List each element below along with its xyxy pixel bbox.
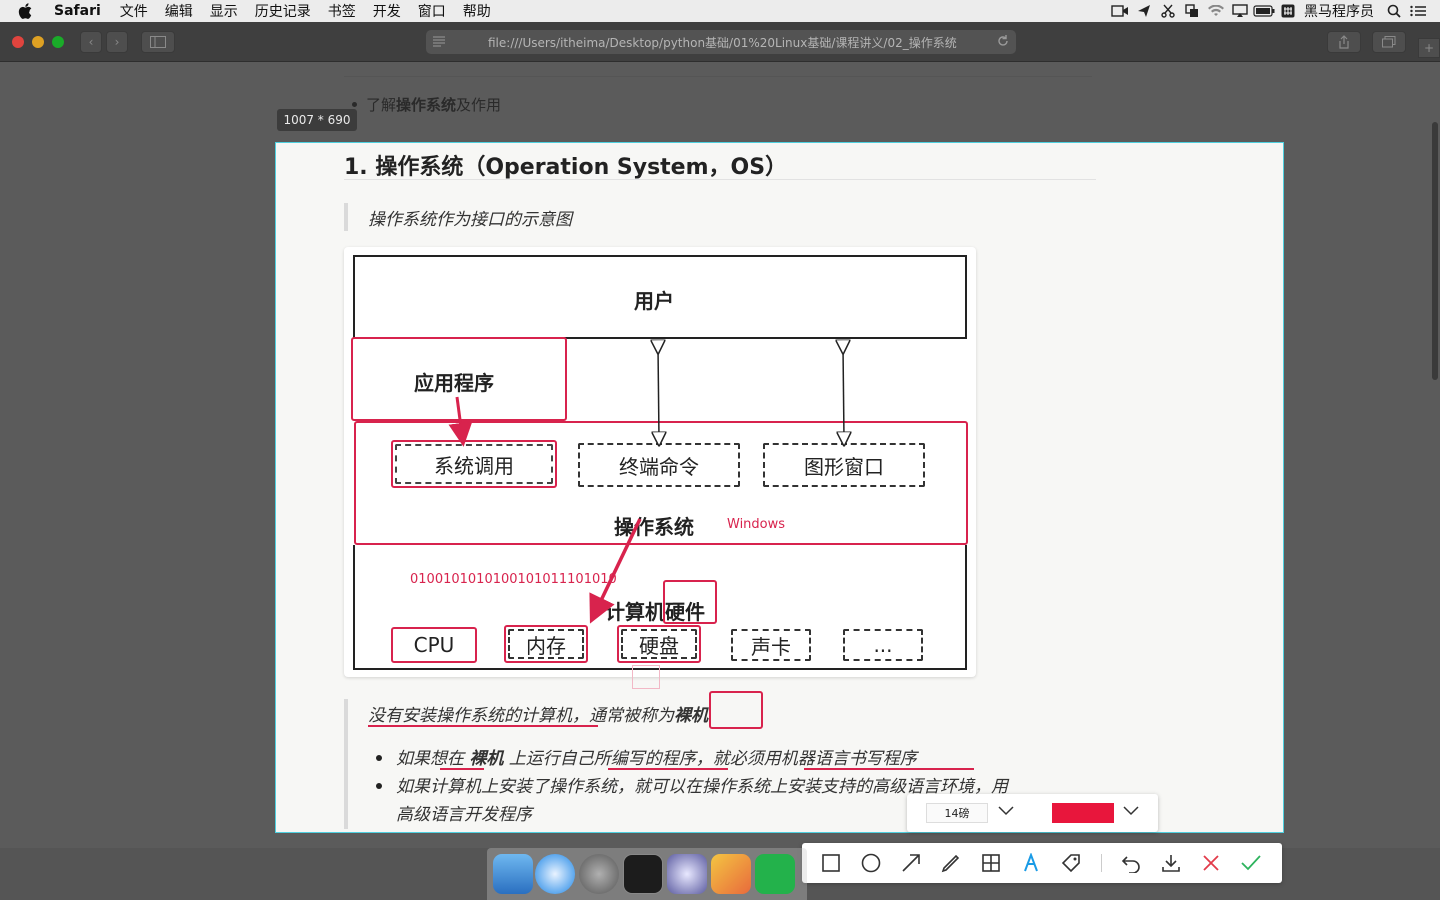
safari-icon[interactable] xyxy=(535,854,575,894)
page-title: 1. 操作系统（Operation System，OS） xyxy=(344,155,788,180)
notification-center-icon[interactable] xyxy=(1406,0,1430,22)
share-button[interactable] xyxy=(1327,31,1361,53)
screen-recorder-icon[interactable] xyxy=(667,854,707,894)
input-method-icon[interactable] xyxy=(1276,0,1300,22)
terminal-icon[interactable] xyxy=(623,854,663,894)
divider xyxy=(344,76,1092,77)
rectangle-tool-icon[interactable] xyxy=(820,852,842,874)
menu-window[interactable]: 窗口 xyxy=(418,1,446,21)
ellipse-tool-icon[interactable] xyxy=(860,852,882,874)
os-interface-diagram: 用户 应用程序 系统调用 终端命令 图形窗口 操作系统 Windows 0100… xyxy=(344,247,976,677)
page-scrollbar[interactable] xyxy=(1432,122,1438,380)
menu-file[interactable]: 文件 xyxy=(120,1,148,21)
toolbar-divider xyxy=(1101,854,1102,872)
sidebar-button[interactable] xyxy=(141,31,175,53)
blockquote-bar xyxy=(344,203,348,231)
reader-icon[interactable] xyxy=(432,35,446,47)
chevron-right-icon: › xyxy=(114,35,120,49)
underline-annotation xyxy=(368,725,598,727)
close-window-button[interactable] xyxy=(12,36,24,48)
menubar-user-label[interactable]: 黑马程序员 xyxy=(1304,1,1374,21)
bare-machine-line: 没有安装操作系统的计算机，通常被称为裸机 xyxy=(368,706,708,726)
menu-bar: Safari 文件 编辑 显示 历史记录 书签 开发 窗口 帮助 黑马程序员 xyxy=(0,0,1440,22)
apple-icon[interactable] xyxy=(18,3,34,19)
pencil-tool-icon[interactable] xyxy=(940,852,962,874)
share-icon xyxy=(1339,35,1349,49)
bullet-dot xyxy=(376,755,382,761)
mosaic-tool-icon[interactable] xyxy=(980,852,1002,874)
tabs-icon xyxy=(1382,36,1396,48)
airplay-icon[interactable] xyxy=(1228,0,1252,22)
minimize-window-button[interactable] xyxy=(32,36,44,48)
blockquote-bar xyxy=(344,699,348,829)
underline-annotation xyxy=(440,768,484,770)
chevron-down-icon[interactable] xyxy=(1123,806,1139,816)
capture-selection[interactable]: 1. 操作系统（Operation System，OS） 操作系统作为接口的示意… xyxy=(275,142,1284,833)
menu-history[interactable]: 历史记录 xyxy=(255,1,311,21)
menu-develop[interactable]: 开发 xyxy=(373,1,401,21)
reload-icon[interactable] xyxy=(996,34,1010,48)
forward-button[interactable]: › xyxy=(106,31,128,53)
bare-machine-highlight-box xyxy=(709,691,763,729)
menu-help[interactable]: 帮助 xyxy=(463,1,491,21)
zoom-window-button[interactable] xyxy=(52,36,64,48)
heading-divider xyxy=(344,179,1096,180)
tabs-overview-button[interactable] xyxy=(1372,31,1406,53)
quote-caption: 操作系统作为接口的示意图 xyxy=(368,210,572,230)
arrow-tool-icon[interactable] xyxy=(900,852,922,874)
cancel-icon[interactable] xyxy=(1200,852,1222,874)
bullet-text-2-cont: 高级语言开发程序 xyxy=(396,805,532,825)
intro-bullet-text: 了解操作系统及作用 xyxy=(366,96,502,114)
diagram-arrows xyxy=(448,247,976,624)
wifi-icon[interactable] xyxy=(1204,0,1228,22)
chevron-left-icon: ‹ xyxy=(88,35,94,49)
battery-icon[interactable] xyxy=(1252,0,1276,22)
finder-icon[interactable] xyxy=(493,854,533,894)
bullet-text-1: 如果想在 裸机 上运行自己所编写的程序，就必须用机器语言书写程序 xyxy=(396,749,917,769)
sidebar-icon xyxy=(150,36,166,48)
menu-edit[interactable]: 编辑 xyxy=(165,1,193,21)
notes-app-icon[interactable] xyxy=(711,854,751,894)
menu-bookmarks[interactable]: 书签 xyxy=(328,1,356,21)
capture-size-label: 1007 * 690 xyxy=(277,109,357,131)
plus-icon: + xyxy=(1423,41,1435,55)
url-text[interactable]: file:///Users/itheima/Desktop/python基础/0… xyxy=(488,34,958,51)
copy-icon[interactable] xyxy=(1180,0,1204,22)
dock xyxy=(487,848,807,900)
menu-app-name[interactable]: Safari xyxy=(54,3,101,19)
annotation-toolbar xyxy=(802,843,1282,883)
underline-annotation xyxy=(804,768,974,770)
bullet-dot xyxy=(352,102,357,107)
undo-icon[interactable] xyxy=(1120,852,1142,874)
tag-tool-icon[interactable] xyxy=(1060,852,1082,874)
underline-annotation xyxy=(608,768,728,770)
scissors-icon[interactable] xyxy=(1156,0,1180,22)
address-bar[interactable]: file:///Users/itheima/Desktop/python基础/0… xyxy=(426,30,1016,54)
spotlight-search-icon[interactable] xyxy=(1382,0,1406,22)
download-icon[interactable] xyxy=(1160,852,1182,874)
confirm-icon[interactable] xyxy=(1240,852,1262,874)
annotation-format-bar: 14磅 xyxy=(907,794,1158,832)
font-size-select[interactable]: 14磅 xyxy=(926,803,988,823)
text-tool-icon[interactable] xyxy=(1020,852,1042,874)
back-button[interactable]: ‹ xyxy=(80,31,102,53)
menu-view[interactable]: 显示 xyxy=(210,1,238,21)
launchpad-icon[interactable] xyxy=(579,854,619,894)
chevron-down-icon[interactable] xyxy=(998,806,1014,816)
color-swatch[interactable] xyxy=(1052,803,1114,823)
video-icon[interactable] xyxy=(1108,0,1132,22)
send-icon[interactable] xyxy=(1132,0,1156,22)
browser-toolbar: ‹ › file:///Users/itheima/Desktop/python… xyxy=(0,22,1440,62)
bullet-dot xyxy=(376,783,382,789)
new-tab-button[interactable]: + xyxy=(1418,38,1440,58)
resize-handle[interactable] xyxy=(632,665,660,689)
mindmap-app-icon[interactable] xyxy=(755,854,795,894)
